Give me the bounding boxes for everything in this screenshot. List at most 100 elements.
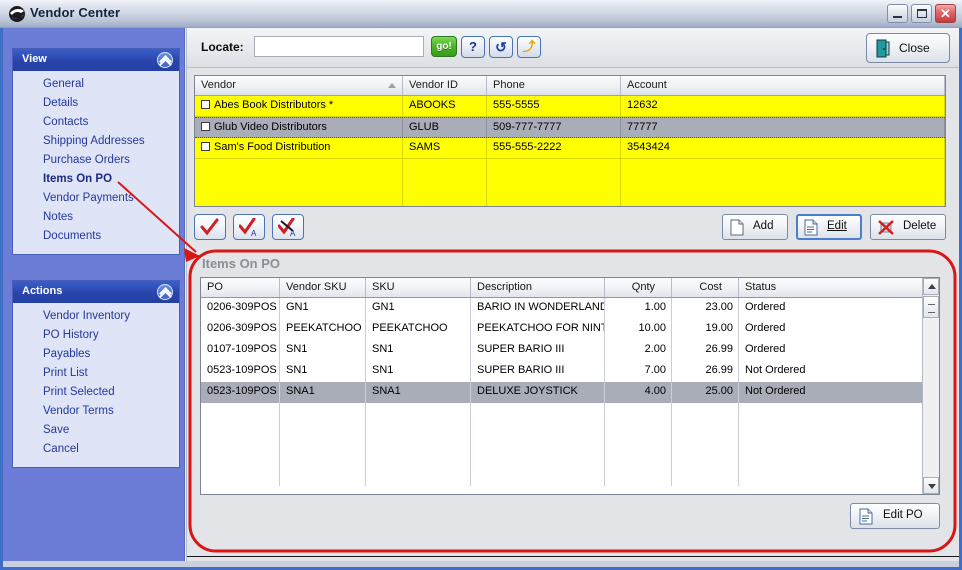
locate-input[interactable] [254, 36, 424, 57]
status-cell: Ordered [739, 319, 923, 340]
column-header-po[interactable]: PO [201, 278, 280, 297]
checkmark-all-icon: A [239, 218, 257, 237]
scroll-up-button[interactable] [923, 278, 939, 295]
sidebar-item-general[interactable]: General [13, 75, 179, 94]
qnty-cell: 1.00 [605, 298, 672, 319]
maximize-button[interactable] [911, 4, 932, 23]
column-header-qnty[interactable]: Qnty [605, 278, 672, 297]
vendor-cell[interactable]: Glub Video Distributors [195, 118, 403, 137]
vendor-cell[interactable]: Abes Book Distributors * [195, 96, 403, 116]
qnty-cell: 10.00 [605, 319, 672, 340]
sidebar-item-print-list[interactable]: Print List [13, 364, 179, 383]
description-cell: BARIO IN WONDERLAND [471, 298, 605, 319]
sidebar-item-notes[interactable]: Notes [13, 208, 179, 227]
vendor-grid[interactable]: Vendor Vendor ID Phone Account Abes Book… [194, 75, 946, 207]
qnty-cell: 7.00 [605, 361, 672, 382]
account-cell: 3543424 [621, 138, 945, 158]
sidebar-item-details[interactable]: Details [13, 94, 179, 113]
items-grid-scrollbar[interactable] [922, 278, 939, 494]
po-cell: 0523-109POS [201, 361, 280, 382]
sidebar: View General Details Contacts Shipping A… [3, 28, 185, 564]
sidebar-item-vendor-inventory[interactable]: Vendor Inventory [13, 307, 179, 326]
status-cell: Not Ordered [739, 361, 923, 382]
table-row[interactable]: Sam's Food Distribution SAMS 555-555-222… [195, 138, 945, 159]
edit-po-button[interactable]: Edit PO [850, 503, 940, 529]
sidebar-item-purchase-orders[interactable]: Purchase Orders [13, 151, 179, 170]
window-close-button[interactable]: ✕ [935, 4, 956, 23]
minimize-button[interactable] [887, 4, 908, 23]
vendor-center-window: Vendor Center ✕ View General Details Con… [0, 0, 962, 570]
table-row[interactable]: 0107-109POS SN1 SN1 SUPER BARIO III 2.00… [201, 340, 939, 361]
sidebar-item-vendor-payments[interactable]: Vendor Payments [13, 189, 179, 208]
sidebar-item-payables[interactable]: Payables [13, 345, 179, 364]
add-button-label: Add [753, 220, 774, 232]
delete-button-label: Delete [903, 220, 937, 232]
table-row[interactable]: 0206-309POS GN1 GN1 BARIO IN WONDERLAND … [201, 298, 939, 319]
account-cell: 12632 [621, 96, 945, 116]
status-cell: Not Ordered [739, 382, 923, 403]
row-checkbox[interactable] [201, 100, 210, 109]
table-row[interactable]: 0523-109POS SNA1 SNA1 DELUXE JOYSTICK 4.… [201, 382, 939, 403]
add-button[interactable]: Add [722, 214, 788, 240]
description-cell: SUPER BARIO III [471, 361, 605, 382]
vendor-id-cell: ABOOKS [403, 96, 487, 116]
sidebar-item-vendor-terms[interactable]: Vendor Terms [13, 402, 179, 421]
table-row[interactable]: Glub Video Distributors GLUB 509-777-777… [195, 117, 945, 138]
empty-cell [366, 403, 471, 486]
column-header-sku[interactable]: SKU [366, 278, 471, 297]
close-button[interactable]: Close [866, 33, 950, 63]
column-header-status[interactable]: Status [739, 278, 923, 297]
column-header-phone[interactable]: Phone [487, 76, 621, 95]
sidebar-item-print-selected[interactable]: Print Selected [13, 383, 179, 402]
sku-cell: SN1 [366, 340, 471, 361]
sidebar-item-cancel[interactable]: Cancel [13, 440, 179, 459]
document-add-icon [730, 219, 744, 239]
jump-arrow-icon: ⤴ [522, 39, 536, 54]
column-header-description[interactable]: Description [471, 278, 605, 297]
vendor-id-cell: SAMS [403, 138, 487, 158]
sidebar-item-po-history[interactable]: PO History [13, 326, 179, 345]
sidebar-item-save[interactable]: Save [13, 421, 179, 440]
row-checkbox[interactable] [201, 122, 210, 131]
column-header-vendor-id[interactable]: Vendor ID [403, 76, 487, 95]
jump-button[interactable]: ⤴ [517, 36, 541, 58]
refresh-button[interactable]: ↺ [489, 36, 513, 58]
sidebar-panel-view: View General Details Contacts Shipping A… [12, 48, 180, 255]
table-row[interactable]: Abes Book Distributors * ABOOKS 555-5555… [195, 96, 945, 117]
column-header-vendor-sku[interactable]: Vendor SKU [280, 278, 366, 297]
titlebar: Vendor Center ✕ [0, 0, 962, 28]
mark-button[interactable] [194, 214, 226, 240]
delete-button[interactable]: Delete [870, 214, 946, 240]
sidebar-panel-view-title: View [22, 53, 47, 65]
chevron-up-icon[interactable] [157, 52, 173, 68]
vendor-cell[interactable]: Sam's Food Distribution [195, 138, 403, 158]
column-header-cost[interactable]: Cost [672, 278, 739, 297]
table-row[interactable]: 0523-109POS SN1 SN1 SUPER BARIO III 7.00… [201, 361, 939, 382]
sidebar-item-documents[interactable]: Documents [13, 227, 179, 246]
sort-ascending-icon [388, 83, 396, 88]
edit-button[interactable]: Edit [796, 214, 862, 240]
unmark-all-button[interactable]: A [272, 214, 304, 240]
chevron-up-icon[interactable] [157, 284, 173, 300]
scrollbar-thumb[interactable] [923, 296, 939, 318]
go-button[interactable]: go! [431, 36, 457, 57]
phone-cell: 555-5555 [487, 96, 621, 116]
items-on-po-title: Items On PO [202, 256, 281, 271]
qnty-cell: 2.00 [605, 340, 672, 361]
sidebar-item-items-on-po[interactable]: Items On PO [13, 170, 179, 189]
mark-all-button[interactable]: A [233, 214, 265, 240]
row-checkbox[interactable] [201, 142, 210, 151]
cost-cell: 19.00 [672, 319, 739, 340]
scroll-down-button[interactable] [923, 477, 939, 494]
help-button[interactable]: ? [461, 36, 485, 58]
empty-cell [672, 403, 739, 486]
sidebar-item-shipping-addresses[interactable]: Shipping Addresses [13, 132, 179, 151]
table-row[interactable]: 0206-309POS PEEKATCHOO PEEKATCHOO PEEKAT… [201, 319, 939, 340]
sidebar-item-contacts[interactable]: Contacts [13, 113, 179, 132]
column-header-vendor[interactable]: Vendor [195, 76, 403, 95]
vendor-sku-cell: SN1 [280, 361, 366, 382]
column-header-account[interactable]: Account [621, 76, 945, 95]
sidebar-panel-actions-body: Vendor Inventory PO History Payables Pri… [13, 303, 179, 467]
items-on-po-grid[interactable]: PO Vendor SKU SKU Description Qnty Cost … [200, 277, 940, 495]
edit-po-button-label: Edit PO [883, 509, 923, 521]
